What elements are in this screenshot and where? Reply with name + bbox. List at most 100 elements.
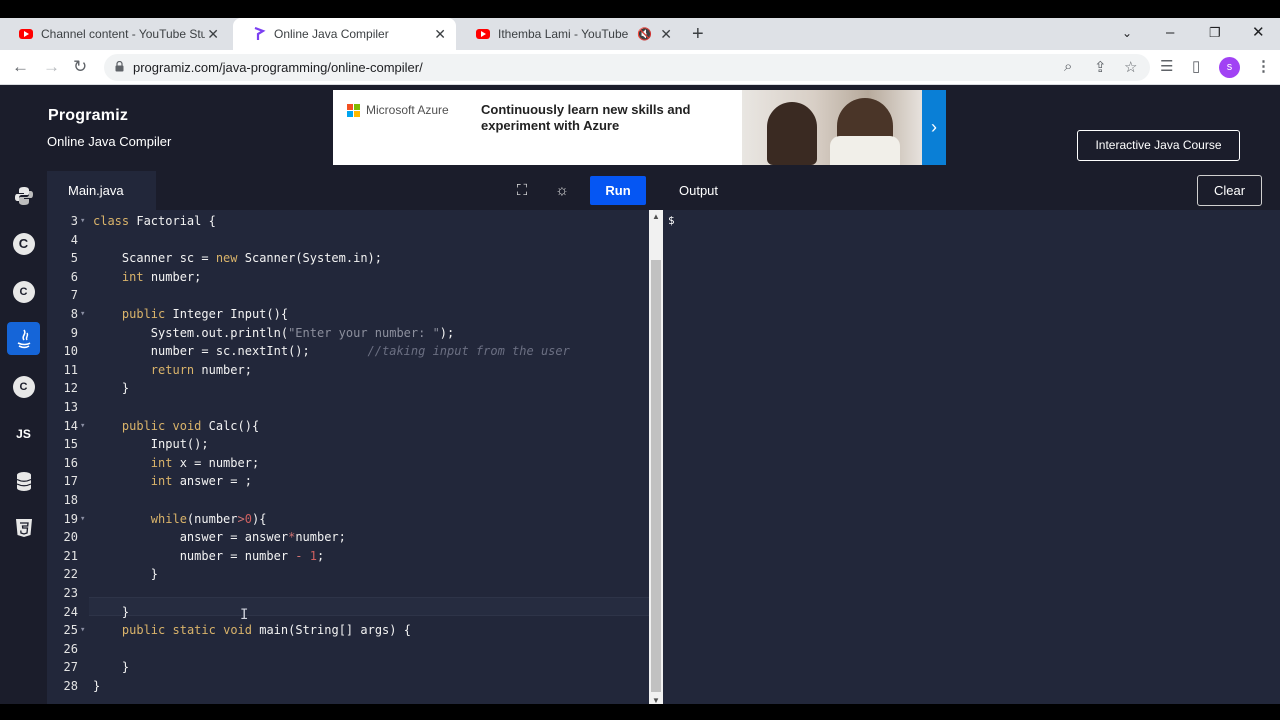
- minimize-icon[interactable]: –: [1166, 23, 1174, 43]
- line-number: 3: [70, 214, 78, 228]
- code-line[interactable]: 20 answer = answer*number;: [47, 528, 647, 547]
- code-line[interactable]: 18: [47, 491, 647, 510]
- line-number: 26: [63, 641, 78, 656]
- programiz-logo[interactable]: Programiz: [48, 107, 128, 125]
- tab-online-java-compiler[interactable]: Online Java Compiler ✕: [233, 18, 456, 50]
- line-source: return number;: [150, 362, 252, 377]
- reload-icon[interactable]: ↻: [73, 57, 87, 77]
- more-menu-icon[interactable]: ⋮: [1256, 57, 1271, 77]
- line-source: }: [93, 679, 101, 693]
- line-source: }: [93, 604, 130, 619]
- fold-arrow-icon[interactable]: ▾: [80, 510, 85, 529]
- output-console[interactable]: $: [663, 210, 1280, 704]
- line-source: int answer = ;: [150, 474, 252, 489]
- code-line[interactable]: 14 ▾ public void Calc(){: [47, 417, 647, 436]
- editor-scrollbar[interactable]: ▲ ▼: [649, 210, 663, 704]
- line-number: 22: [63, 567, 78, 582]
- page-subtitle: Online Java Compiler: [47, 134, 172, 149]
- code-line[interactable]: 26: [47, 640, 647, 659]
- code-line[interactable]: 25 ▾ public static void main(String[] arg…: [47, 621, 647, 640]
- fold-arrow-icon[interactable]: ▾: [80, 417, 85, 436]
- scroll-down-icon[interactable]: ▼: [652, 696, 660, 704]
- close-icon[interactable]: ✕: [207, 26, 219, 42]
- line-number: 24: [63, 604, 78, 619]
- cpp-icon[interactable]: C: [7, 275, 40, 308]
- restore-icon[interactable]: ❐: [1209, 23, 1221, 43]
- forward-icon[interactable]: →: [43, 57, 60, 77]
- azure-ad-banner[interactable]: Microsoft Azure Continuously learn new s…: [333, 90, 946, 165]
- side-panel-icon[interactable]: ▯: [1192, 57, 1200, 77]
- close-icon[interactable]: ✕: [434, 26, 446, 42]
- code-line[interactable]: 15 Input();: [47, 435, 647, 454]
- line-number: 13: [63, 400, 78, 414]
- back-icon[interactable]: ←: [12, 57, 29, 77]
- fold-arrow-icon[interactable]: ▾: [80, 305, 85, 324]
- code-line[interactable]: 13: [47, 398, 647, 417]
- code-line[interactable]: 4: [47, 231, 647, 250]
- run-button[interactable]: Run: [590, 176, 646, 205]
- output-title: Output: [679, 183, 719, 198]
- lock-icon: [115, 61, 124, 72]
- window-close-icon[interactable]: ✕: [1252, 23, 1265, 43]
- zoom-icon[interactable]: ⌕: [1064, 58, 1072, 75]
- line-number: 16: [63, 455, 78, 470]
- tab-ithemba-lami[interactable]: Ithemba Lami - YouTube 🔇 ✕: [457, 18, 682, 50]
- sql-icon[interactable]: [7, 464, 40, 497]
- tab-main-java[interactable]: Main.java: [47, 171, 156, 210]
- chevron-right-icon[interactable]: ›: [922, 90, 946, 165]
- code-line[interactable]: 5 Scanner sc = new Scanner(System.in);: [47, 249, 647, 268]
- fullscreen-icon[interactable]: ⛶: [510, 180, 534, 202]
- scroll-up-icon[interactable]: ▲: [652, 212, 660, 221]
- code-line[interactable]: 21 number = number - 1;: [47, 547, 647, 566]
- reading-list-icon[interactable]: ☰: [1160, 57, 1173, 77]
- line-source: }: [93, 660, 130, 675]
- tab-strip: Channel content - YouTube Studi ✕ Online…: [0, 18, 1280, 50]
- line-number: 4: [70, 232, 78, 247]
- code-line[interactable]: 24 }: [47, 603, 647, 622]
- ad-text: Continuously learn new skills and experi…: [481, 102, 691, 133]
- code-line[interactable]: 6 int number;: [47, 268, 647, 287]
- clear-button[interactable]: Clear: [1197, 175, 1262, 206]
- code-line[interactable]: 9 System.out.println("Enter your number:…: [47, 324, 647, 343]
- share-icon[interactable]: ⇪: [1094, 58, 1107, 76]
- code-line[interactable]: 11 return number;: [47, 361, 647, 380]
- code-line[interactable]: 16 int x = number;: [47, 454, 647, 473]
- code-line[interactable]: 12 }: [47, 379, 647, 398]
- address-bar[interactable]: programiz.com/java-programming/online-co…: [104, 54, 1150, 81]
- tab-youtube-studio[interactable]: Channel content - YouTube Studi ✕: [0, 18, 229, 50]
- new-tab-icon[interactable]: +: [692, 23, 704, 45]
- bookmark-star-icon[interactable]: ☆: [1124, 58, 1137, 76]
- speaker-muted-icon[interactable]: 🔇: [637, 26, 652, 42]
- code-editor[interactable]: 3 ▾ class Factorial {4 5 Scanner sc = new S…: [47, 210, 663, 704]
- code-line[interactable]: 23: [47, 584, 647, 603]
- close-icon[interactable]: ✕: [660, 26, 672, 42]
- python-icon[interactable]: [7, 179, 40, 212]
- interactive-java-course-button[interactable]: Interactive Java Course: [1077, 130, 1240, 161]
- tab-title: Channel content - YouTube Studi: [41, 27, 205, 41]
- scrollbar-thumb[interactable]: [651, 260, 661, 692]
- profile-avatar[interactable]: s: [1219, 57, 1240, 78]
- html-icon[interactable]: [7, 511, 40, 544]
- code-line[interactable]: 8 ▾ public Integer Input(){: [47, 305, 647, 324]
- code-line[interactable]: 3 ▾ class Factorial {: [47, 212, 647, 231]
- code-line[interactable]: 7: [47, 286, 647, 305]
- fold-arrow-icon[interactable]: ▾: [80, 621, 85, 640]
- browser-window: Channel content - YouTube Studi ✕ Online…: [0, 18, 1280, 704]
- java-icon[interactable]: [7, 322, 40, 355]
- csharp-icon[interactable]: C: [7, 370, 40, 403]
- javascript-icon[interactable]: JS: [7, 417, 40, 450]
- code-line[interactable]: 17 int answer = ;: [47, 472, 647, 491]
- line-number: 6: [70, 269, 78, 284]
- output-header: Output Clear: [663, 171, 1280, 210]
- line-source: Scanner sc = new Scanner(System.in);: [93, 251, 383, 266]
- fold-arrow-icon[interactable]: ▾: [80, 212, 85, 231]
- c-icon[interactable]: C: [7, 227, 40, 260]
- theme-toggle-icon[interactable]: ☼: [550, 180, 574, 202]
- code-line[interactable]: 28}: [47, 677, 647, 696]
- code-line[interactable]: 19 ▾ while(number>0){: [47, 510, 647, 529]
- tab-search-icon[interactable]: ⌄: [1122, 23, 1132, 43]
- line-number: 23: [63, 586, 78, 600]
- code-line[interactable]: 27 }: [47, 658, 647, 677]
- code-line[interactable]: 10 number = sc.nextInt(); //taking input…: [47, 342, 647, 361]
- code-line[interactable]: 22 }: [47, 565, 647, 584]
